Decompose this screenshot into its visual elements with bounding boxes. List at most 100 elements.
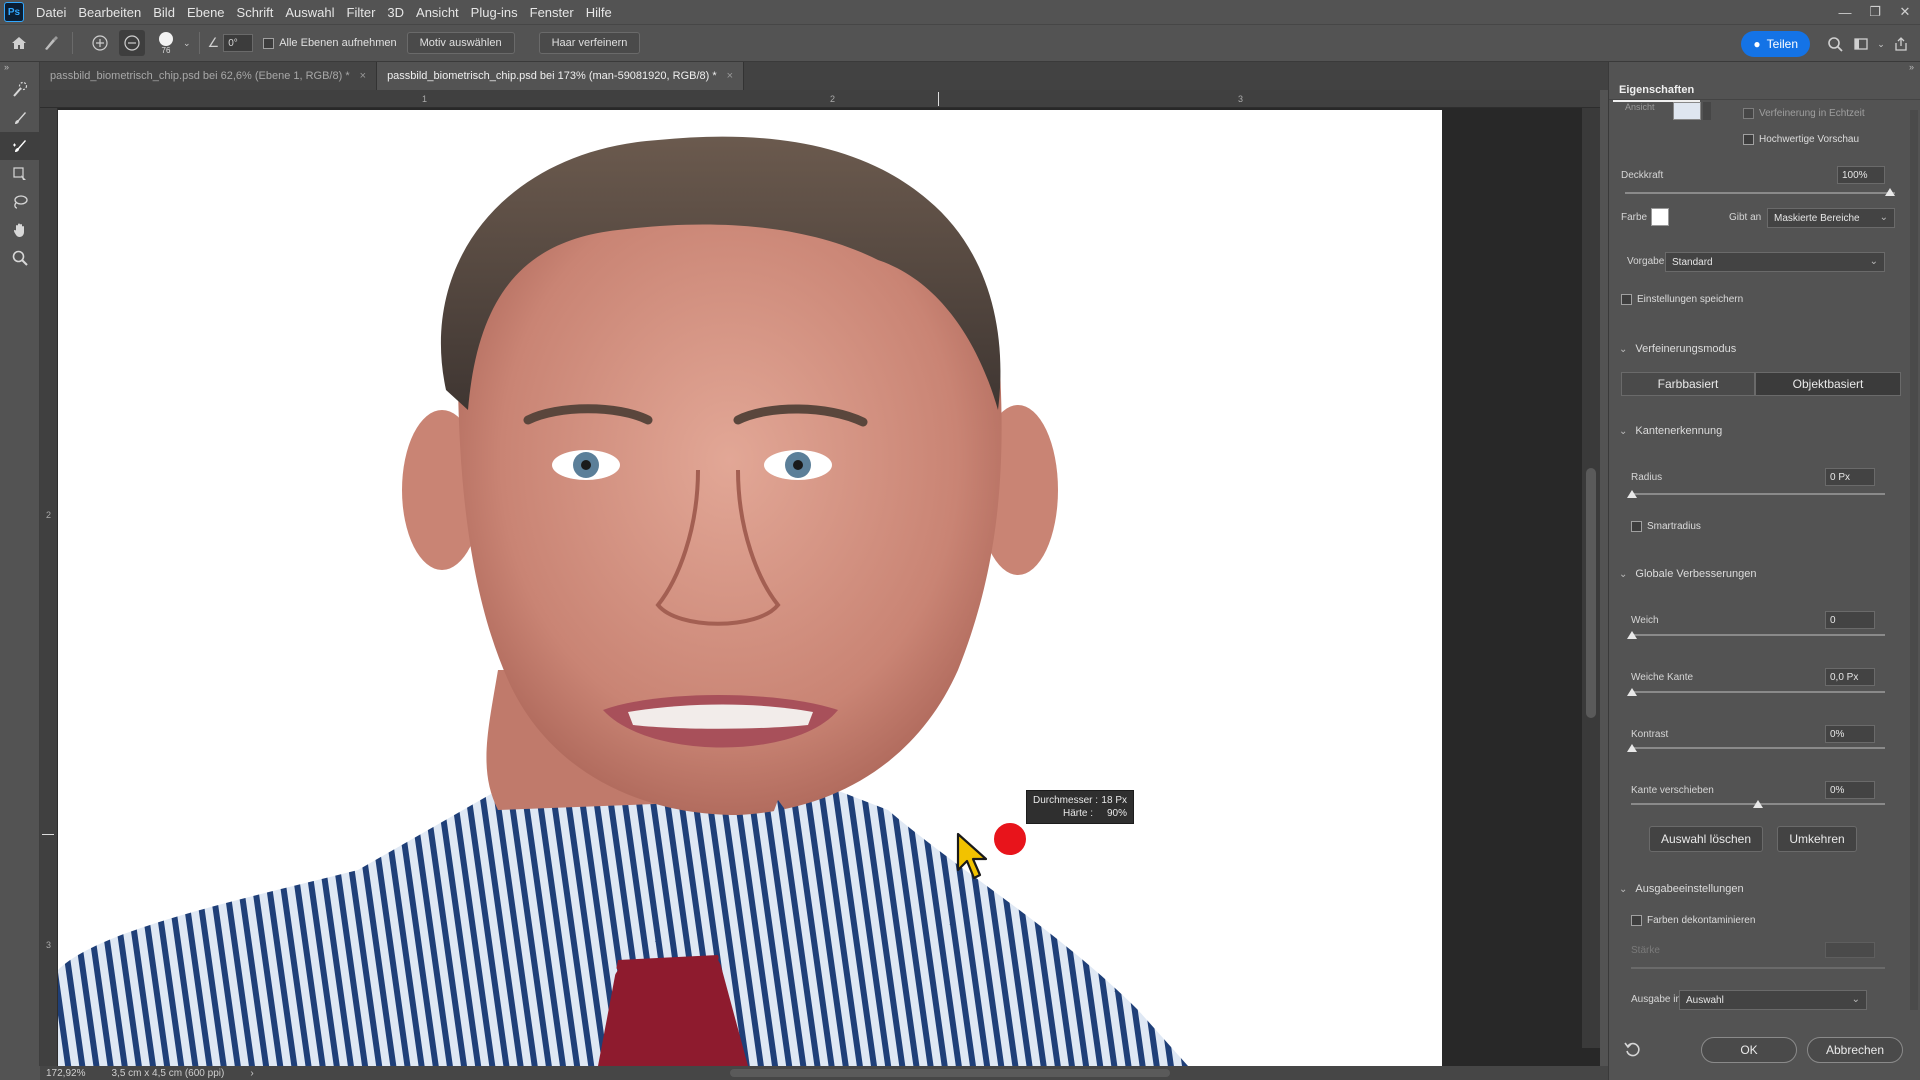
refine-edge-brush-tool-icon[interactable] [0, 132, 40, 160]
clear-selection-button[interactable]: Auswahl löschen [1649, 826, 1763, 852]
tab-document-1[interactable]: passbild_biometrisch_chip.psd bei 62,6% … [40, 62, 378, 90]
panel-collapse-icon[interactable]: » [1909, 62, 1914, 72]
chevron-right-icon[interactable]: › [250, 1068, 253, 1079]
checkbox-box[interactable] [1743, 108, 1754, 119]
menu-ansicht[interactable]: Ansicht [410, 5, 465, 20]
zoom-level[interactable]: 172,92% [46, 1068, 85, 1079]
mode-object-button[interactable]: Objektbasiert [1755, 372, 1901, 396]
checkbox-box[interactable] [1621, 294, 1632, 305]
minimize-icon[interactable]: — [1830, 0, 1860, 24]
radius-slider[interactable] [1631, 493, 1885, 495]
cancel-button[interactable]: Abbrechen [1807, 1037, 1903, 1063]
vertical-ruler[interactable]: 2 3 [40, 108, 58, 1066]
vertical-scrollbar[interactable] [1582, 108, 1600, 1048]
close-icon[interactable]: ✕ [1890, 0, 1920, 24]
add-to-selection-icon[interactable] [87, 30, 113, 56]
edge-detection-section[interactable]: ⌄ Kantenerkennung [1619, 425, 1722, 437]
search-icon[interactable] [1822, 31, 1848, 57]
share-button[interactable]: ● Teilen [1741, 31, 1810, 57]
object-selection-tool-icon[interactable] [0, 160, 40, 188]
menu-auswahl[interactable]: Auswahl [279, 5, 340, 20]
hq-preview-checkbox[interactable]: Hochwertige Vorschau [1743, 134, 1859, 145]
subtract-from-selection-icon[interactable] [119, 30, 145, 56]
shift-edge-slider-handle[interactable] [1753, 800, 1763, 808]
output-to-select[interactable]: Auswahl ⌄ [1679, 990, 1867, 1010]
chevron-down-icon[interactable]: ⌄ [183, 38, 191, 49]
refine-mode-section[interactable]: ⌄ Verfeinerungsmodus [1619, 343, 1736, 355]
menu-bearbeiten[interactable]: Bearbeiten [72, 5, 147, 20]
menu-schrift[interactable]: Schrift [231, 5, 280, 20]
shift-edge-input[interactable]: 0% [1825, 781, 1875, 799]
refine-brush-tool-icon[interactable] [38, 30, 64, 56]
menu-ebene[interactable]: Ebene [181, 5, 231, 20]
global-refinements-section[interactable]: ⌄ Globale Verbesserungen [1619, 568, 1756, 580]
menu-3d[interactable]: 3D [381, 5, 410, 20]
feather-slider-handle[interactable] [1627, 688, 1637, 696]
select-subject-button[interactable]: Motiv auswählen [406, 32, 515, 54]
panel-collapse-icon[interactable]: » [0, 62, 39, 76]
export-icon[interactable] [1888, 31, 1914, 57]
opacity-slider[interactable] [1625, 192, 1895, 194]
contrast-slider[interactable] [1631, 747, 1885, 749]
menu-fenster[interactable]: Fenster [524, 5, 580, 20]
menu-plugins[interactable]: Plug-ins [465, 5, 524, 20]
decontaminate-checkbox[interactable]: Farben dekontaminieren [1631, 915, 1755, 926]
feather-input[interactable]: 0,0 Px [1825, 668, 1875, 686]
checkbox-box[interactable] [1743, 134, 1754, 145]
radius-slider-handle[interactable] [1627, 490, 1637, 498]
contrast-input[interactable]: 0% [1825, 725, 1875, 743]
menu-datei[interactable]: Datei [30, 5, 72, 20]
panel-title[interactable]: Eigenschaften [1613, 80, 1701, 102]
opacity-slider-handle[interactable] [1885, 188, 1895, 196]
tab-document-2[interactable]: passbild_biometrisch_chip.psd bei 173% (… [377, 62, 745, 90]
horizontal-scrollbar[interactable] [730, 1069, 1170, 1077]
contrast-slider-handle[interactable] [1627, 744, 1637, 752]
reset-icon[interactable] [1623, 1040, 1645, 1062]
checkbox-box[interactable] [1631, 521, 1642, 532]
smart-radius-checkbox[interactable]: Smartradius [1631, 521, 1701, 532]
invert-button[interactable]: Umkehren [1777, 826, 1857, 852]
smooth-slider[interactable] [1631, 634, 1885, 636]
horizontal-ruler[interactable]: 1 2 3 [40, 90, 1600, 108]
feather-slider[interactable] [1631, 691, 1885, 693]
menu-hilfe[interactable]: Hilfe [580, 5, 618, 20]
chevron-down-icon[interactable] [1703, 102, 1711, 120]
workspace-icon[interactable] [1848, 31, 1874, 57]
hand-tool-icon[interactable] [0, 216, 40, 244]
smooth-slider-handle[interactable] [1627, 631, 1637, 639]
refine-hair-button[interactable]: Haar verfeinern [538, 32, 641, 54]
panel-scrollbar[interactable] [1910, 110, 1918, 1010]
home-icon[interactable] [6, 30, 32, 56]
document-canvas[interactable] [58, 110, 1442, 1066]
close-icon[interactable]: × [360, 70, 366, 82]
color-swatch[interactable] [1651, 208, 1669, 226]
angle-input[interactable]: 0° [223, 34, 254, 52]
menu-filter[interactable]: Filter [341, 5, 382, 20]
chevron-down-icon[interactable]: ⌄ [1874, 31, 1888, 57]
opacity-input[interactable]: 100% [1837, 166, 1885, 184]
indicates-select[interactable]: Maskierte Bereiche ⌄ [1767, 208, 1895, 228]
view-thumbnail[interactable] [1673, 102, 1701, 120]
restore-icon[interactable]: ❐ [1860, 0, 1890, 24]
save-settings-checkbox[interactable]: Einstellungen speichern [1621, 294, 1743, 305]
realtime-refinement-checkbox[interactable]: Verfeinerung in Echtzeit [1743, 108, 1865, 119]
sample-all-layers-checkbox[interactable]: Alle Ebenen aufnehmen [263, 37, 397, 49]
mode-color-button[interactable]: Farbbasiert [1621, 372, 1755, 396]
zoom-tool-icon[interactable] [0, 244, 40, 272]
quick-selection-tool-icon[interactable] [0, 76, 40, 104]
output-settings-section[interactable]: ⌄ Ausgabeeinstellungen [1619, 883, 1744, 895]
smooth-input[interactable]: 0 [1825, 611, 1875, 629]
scrollbar-thumb[interactable] [1586, 468, 1596, 718]
canvas-area[interactable]: 1 2 3 2 3 Durchmesser: 18 Px Härte: 90… [40, 90, 1600, 1066]
ok-button[interactable]: OK [1701, 1037, 1797, 1063]
preset-select[interactable]: Standard ⌄ [1665, 252, 1885, 272]
checkbox-box[interactable] [1631, 915, 1642, 926]
checkbox-box[interactable] [263, 37, 275, 49]
brush-tool-icon[interactable] [0, 104, 40, 132]
brush-preset-picker[interactable]: 76 [151, 30, 181, 56]
close-icon[interactable]: × [727, 70, 733, 82]
lasso-tool-icon[interactable] [0, 188, 40, 216]
radius-input[interactable]: 0 Px [1825, 468, 1875, 486]
ruler-label: 3 [1238, 94, 1244, 104]
menu-bild[interactable]: Bild [147, 5, 181, 20]
